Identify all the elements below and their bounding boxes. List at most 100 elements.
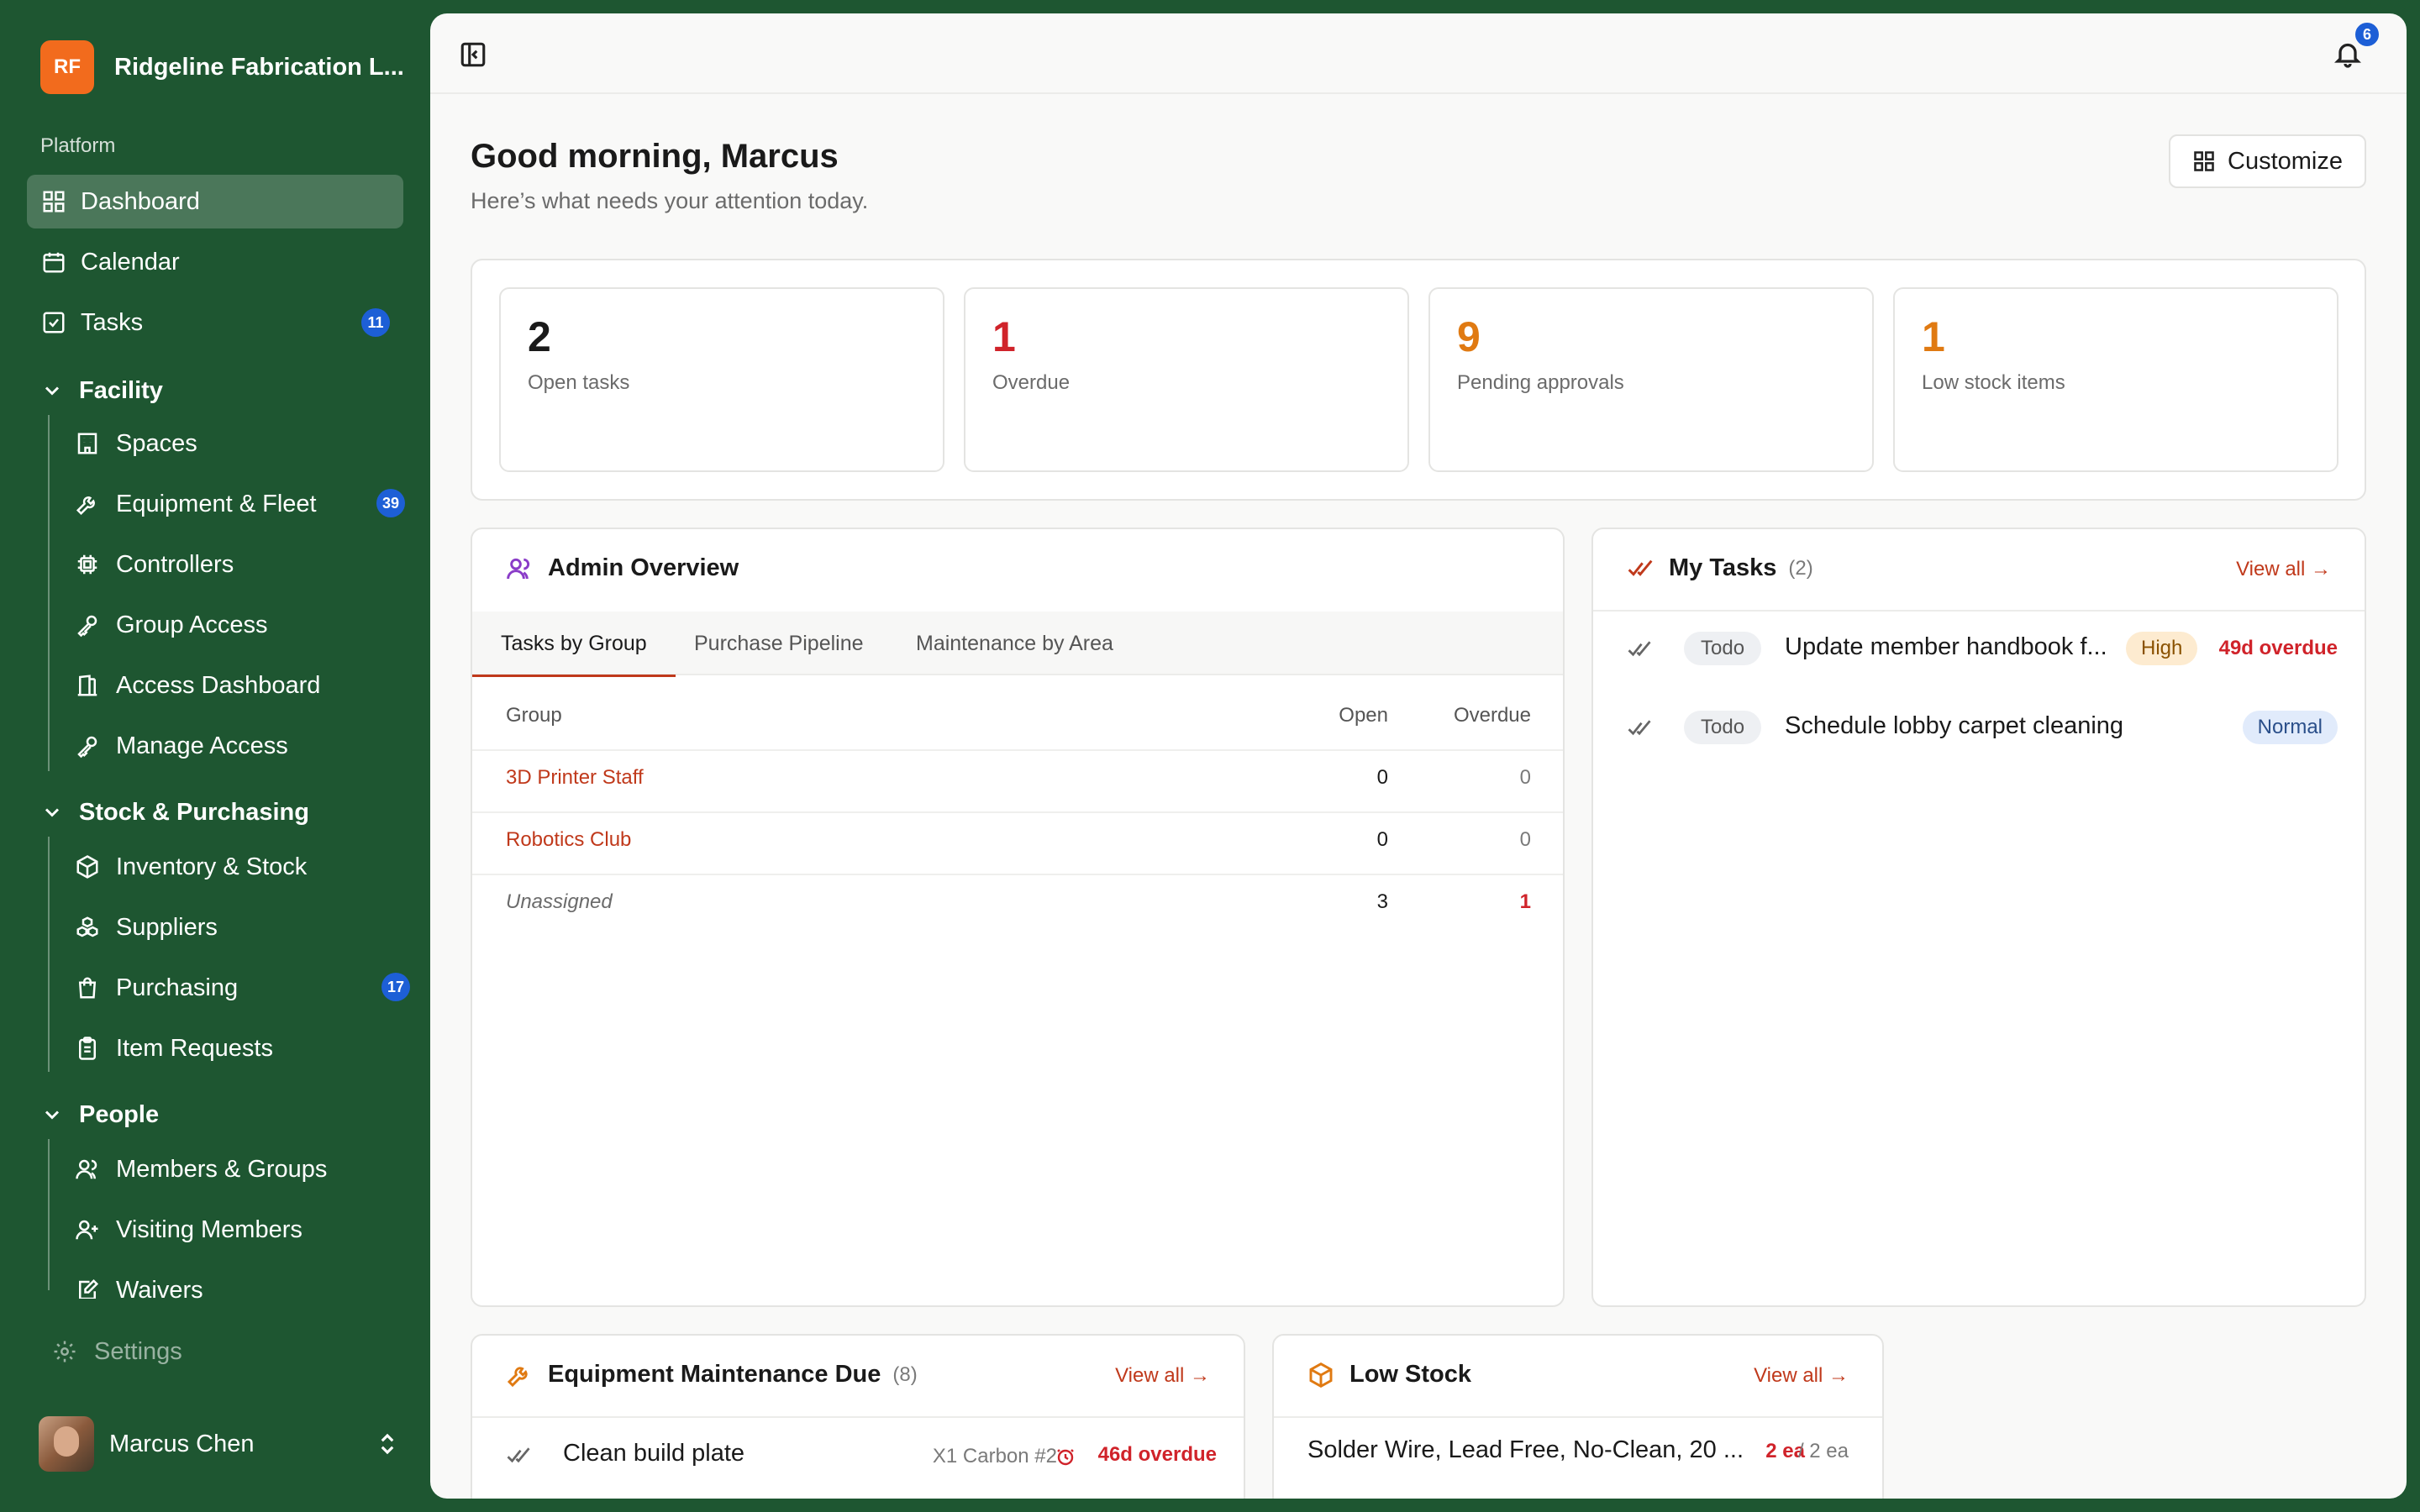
task-row[interactable]: Todo Schedule lobby carpet cleaning Norm… [1593,690,2365,769]
tab-purchase-pipeline[interactable]: Purchase Pipeline [694,612,864,675]
equipment-name: X1 Carbon #2 [932,1445,1057,1467]
tab-maintenance-by-area[interactable]: Maintenance by Area [916,612,1113,675]
stock-min: / 2 ea [1797,1440,1849,1462]
boxes-icon [74,914,101,941]
sidebar-item-equipment-fleet[interactable]: Equipment & Fleet [74,479,410,529]
stat-low-stock[interactable]: 1 Low stock items [1893,287,2338,472]
column-header-group[interactable]: Group [506,704,562,727]
equipment-count-badge: 39 [376,489,405,517]
section-label-platform: Platform [40,134,116,157]
chevron-up-down-icon [375,1431,400,1457]
column-header-overdue[interactable]: Overdue [1454,704,1531,727]
stat-value: 1 [992,313,1016,360]
sidebar-group-stock-purchasing[interactable]: Stock & Purchasing [40,791,309,833]
avatar [39,1416,94,1472]
sidebar-item-label: Group Access [116,611,268,638]
sidebar-item-item-requests[interactable]: Item Requests [74,1023,273,1074]
user-menu[interactable]: Marcus Chen [39,1416,400,1472]
overdue-label: 49d overdue [2218,637,2338,659]
sidebar-item-label: Manage Access [116,732,288,759]
sidebar-item-spaces[interactable]: Spaces [74,418,197,469]
card-title-text: Admin Overview [548,554,739,581]
sidebar-item-visiting-members[interactable]: Visiting Members [74,1205,302,1255]
double-check-icon[interactable] [506,1443,531,1468]
overdue-count: 0 [1519,828,1531,851]
sidebar-group-people[interactable]: People [40,1094,159,1136]
tab-tasks-by-group[interactable]: Tasks by Group [472,612,676,677]
group-unassigned: Unassigned [506,890,613,913]
view-all-equipment-link[interactable]: View all → [1115,1364,1210,1388]
row-divider [472,749,1563,751]
stat-overdue[interactable]: 1 Overdue [964,287,1409,472]
card-title: Admin Overview [506,554,739,582]
low-stock-row[interactable]: Solder Wire, Lead Free, No-Clean, 20 ...… [1274,1418,1882,1497]
top-bar: 6 [430,13,2407,94]
card-title: Equipment Maintenance Due (8) [506,1361,918,1389]
sidebar-item-label: Dashboard [81,187,200,215]
gear-icon [54,1341,76,1362]
box-icon [1309,1362,1333,1388]
sidebar-group-facility[interactable]: Facility [40,370,163,412]
maintenance-row[interactable]: Clean build plate X1 Carbon #2 46d overd… [472,1418,1244,1497]
sidebar-item-controllers[interactable]: Controllers [74,539,234,590]
sidebar-item-manage-access[interactable]: Manage Access [74,721,288,771]
open-count: 3 [1376,890,1388,913]
sidebar-item-suppliers[interactable]: Suppliers [74,902,218,953]
sidebar-item-label: Spaces [116,429,197,457]
sidebar-group-label: People [79,1100,160,1128]
admin-overview-card: Admin Overview Tasks by Group Purchase P… [471,528,1565,1307]
org-logo: RF [40,40,94,94]
priority-badge: Normal [2242,711,2338,744]
clipboard-icon [74,1035,101,1062]
card-title: My Tasks (2) [1627,554,1813,582]
org-switcher[interactable]: RF Ridgeline Fabrication L... [40,40,404,94]
sidebar-item-tasks[interactable]: Tasks 11 [27,296,403,349]
double-check-icon[interactable] [1627,637,1652,662]
sidebar-item-members-groups[interactable]: Members & Groups [74,1144,327,1194]
card-title: Low Stock [1307,1361,1471,1389]
maintenance-title: Clean build plate [563,1440,745,1467]
sidebar-item-label: Visiting Members [116,1215,302,1243]
sidebar-item-label: Calendar [81,248,180,276]
double-check-icon[interactable] [1627,716,1652,741]
bag-icon [74,974,101,1001]
sidebar-item-settings[interactable]: Settings [52,1331,182,1373]
sidebar-item-label: Suppliers [116,913,218,941]
sidebar-toggle-icon[interactable] [459,40,487,69]
grid-icon [2194,151,2214,171]
group-link-3d-printer-staff[interactable]: 3D Printer Staff [506,766,644,790]
sidebar-item-calendar[interactable]: Calendar [27,235,403,289]
overdue-count: 0 [1519,766,1531,789]
stat-open-tasks[interactable]: 2 Open tasks [499,287,944,472]
sidebar-item-label: Tasks [81,308,144,336]
sidebar-item-dashboard[interactable]: Dashboard [27,175,403,228]
customize-button[interactable]: Customize [2169,134,2366,188]
task-row[interactable]: Todo Update member handbook f... High 49… [1593,612,2365,690]
equipment-count: (8) [892,1362,918,1386]
sidebar-item-group-access[interactable]: Group Access [74,600,268,650]
chip-icon [74,551,101,578]
my-tasks-card: My Tasks (2) View all → Todo Update memb… [1591,528,2366,1307]
sidebar-item-label: Purchasing [116,974,239,1001]
stat-value: 2 [528,313,551,360]
sidebar-item-inventory-stock[interactable]: Inventory & Stock [74,842,307,892]
stat-label: Overdue [992,371,1071,394]
open-count: 0 [1376,766,1388,789]
sidebar-item-access-dashboard[interactable]: Access Dashboard [74,660,320,711]
column-header-open[interactable]: Open [1339,704,1388,727]
box-icon [74,853,101,880]
view-all-stock-link[interactable]: View all → [1754,1364,1849,1388]
sidebar-group-label: Stock & Purchasing [79,798,309,826]
card-title-text: Low Stock [1349,1361,1472,1388]
group-link-robotics-club[interactable]: Robotics Club [506,828,631,852]
tree-line [48,837,50,1072]
view-all-tasks-link[interactable]: View all → [2236,558,2331,581]
task-title: Schedule lobby carpet cleaning [1785,712,2124,739]
sidebar-item-waivers[interactable]: Waivers [74,1265,203,1299]
stat-pending-approvals[interactable]: 9 Pending approvals [1428,287,1874,472]
sidebar-item-purchasing[interactable]: Purchasing [74,963,410,1013]
sidebar-item-label: Waivers [116,1276,203,1299]
wrench-icon [507,1366,528,1387]
item-title: Solder Wire, Lead Free, No-Clean, 20 ... [1307,1436,1744,1463]
users-icon [74,1156,101,1183]
